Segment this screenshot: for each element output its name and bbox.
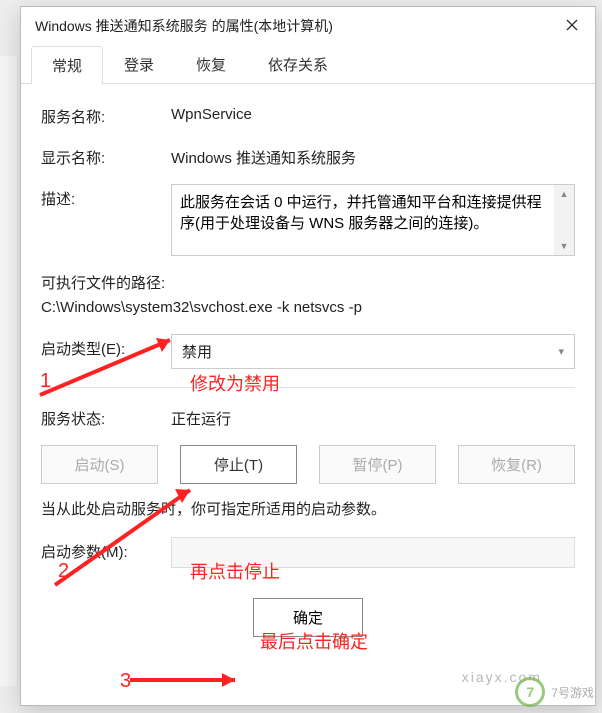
resume-button: 恢复(R): [458, 445, 575, 484]
pause-button: 暂停(P): [319, 445, 436, 484]
description-box: ▲ ▼: [171, 184, 575, 256]
startup-type-select[interactable]: 禁用 ▾: [171, 334, 575, 369]
watermark-logo-icon: 7: [515, 677, 545, 707]
description-text[interactable]: [172, 185, 554, 255]
ok-button[interactable]: 确定: [253, 598, 363, 637]
annotation-arrow-3: [130, 670, 250, 690]
tab-deps[interactable]: 依存关系: [247, 45, 349, 83]
close-button[interactable]: [549, 7, 595, 45]
tab-general[interactable]: 常规: [31, 46, 103, 84]
service-status-label: 服务状态:: [41, 404, 171, 429]
display-name-value: Windows 推送通知系统服务: [171, 143, 575, 168]
dialog-footer: 确定: [41, 584, 575, 651]
service-control-buttons: 启动(S) 停止(T) 暂停(P) 恢复(R): [41, 445, 575, 484]
stop-button[interactable]: 停止(T): [180, 445, 297, 484]
watermark-brand: 7号游戏: [551, 684, 594, 701]
exe-path-value: C:\Windows\system32\svchost.exe -k netsv…: [41, 299, 575, 316]
start-button: 启动(S): [41, 445, 158, 484]
service-name-label: 服务名称:: [41, 102, 171, 127]
display-name-label: 显示名称:: [41, 143, 171, 168]
service-status-value: 正在运行: [171, 404, 575, 429]
tab-logon[interactable]: 登录: [103, 45, 175, 83]
start-params-input: [171, 537, 575, 568]
window-title: Windows 推送通知系统服务 的属性(本地计算机): [35, 16, 549, 36]
close-icon: [566, 18, 578, 34]
chevron-down-icon: ▾: [558, 345, 564, 358]
annotation-arrow-2: [55, 480, 205, 590]
description-scrollbar[interactable]: ▲ ▼: [554, 185, 574, 255]
description-label: 描述:: [41, 184, 171, 209]
tabs: 常规 登录 恢复 依存关系: [21, 45, 595, 84]
scroll-down-icon[interactable]: ▼: [554, 237, 574, 255]
annotation-arrow-1: [40, 330, 190, 400]
titlebar: Windows 推送通知系统服务 的属性(本地计算机): [21, 7, 595, 45]
watermark: 7 7号游戏: [515, 677, 594, 707]
service-name-value: WpnService: [171, 102, 575, 123]
scroll-up-icon[interactable]: ▲: [554, 185, 574, 203]
tab-recovery[interactable]: 恢复: [175, 45, 247, 83]
exe-path-label: 可执行文件的路径:: [41, 272, 575, 293]
